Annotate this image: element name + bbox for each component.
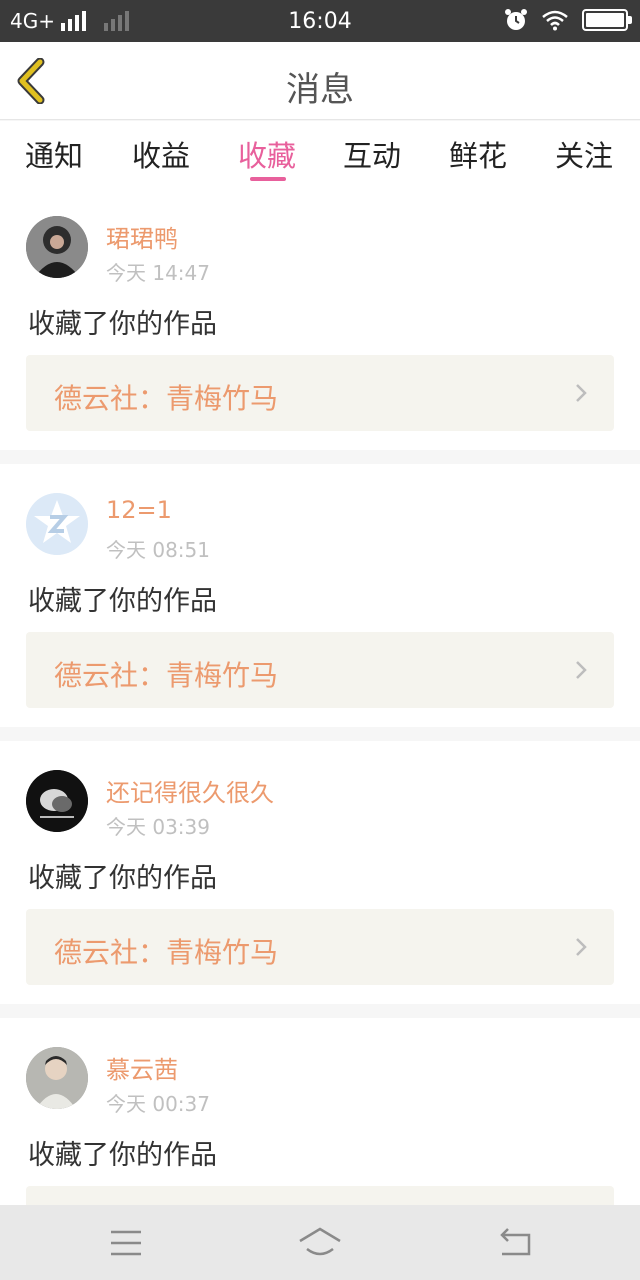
username[interactable]: 12=1 <box>106 496 172 524</box>
work-title: 德云社：青梅竹马 <box>54 936 279 969</box>
list-item: 还记得很久很久 今天 03:39 收藏了你的作品 德云社：青梅竹马 <box>0 741 640 1004</box>
action-text: 收藏了你的作品 <box>28 309 217 340</box>
alarm-icon <box>505 9 527 30</box>
timestamp: 今天 03:39 <box>106 815 210 839</box>
back-icon <box>500 1228 531 1256</box>
username[interactable]: 慕云茜 <box>106 1050 178 1085</box>
action-text: 收藏了你的作品 <box>28 586 217 617</box>
work-link[interactable]: 德云社：青梅竹马 <box>26 355 614 431</box>
home-button[interactable] <box>298 1223 342 1263</box>
avatar[interactable] <box>26 493 88 555</box>
tab-flowers[interactable]: 鲜花 <box>425 133 531 175</box>
work-link[interactable]: 德云社：青梅竹马 <box>26 909 614 985</box>
list-item: 珺珺鸭 今天 14:47 收藏了你的作品 德云社：青梅竹马 <box>0 187 640 450</box>
home-icon <box>299 1227 341 1256</box>
work-link[interactable]: 德云社：青梅竹马 <box>26 632 614 708</box>
work-title: 德云社：青梅竹马 <box>54 382 279 415</box>
action-text: 收藏了你的作品 <box>28 1140 217 1171</box>
menu-button[interactable] <box>104 1223 148 1263</box>
tab-favorites[interactable]: 收藏 <box>214 133 320 175</box>
tab-interactions[interactable]: 互动 <box>319 133 425 175</box>
tab-following[interactable]: 关注 <box>531 133 637 175</box>
status-bar: 4G+ 16:04 <box>0 0 640 42</box>
avatar[interactable] <box>26 216 88 278</box>
chevron-right-icon <box>576 661 587 679</box>
timestamp: 今天 00:37 <box>106 1092 210 1116</box>
menu-icon <box>111 1230 141 1256</box>
action-text: 收藏了你的作品 <box>28 863 217 894</box>
battery-icon <box>582 9 632 31</box>
username[interactable]: 珺珺鸭 <box>106 219 178 254</box>
list-item: 慕云茜 今天 00:37 收藏了你的作品 <box>0 1018 640 1205</box>
active-tab-indicator <box>250 177 286 181</box>
avatar[interactable] <box>26 1047 88 1109</box>
timestamp: 今天 14:47 <box>106 261 210 285</box>
page-title: 消息 <box>286 70 354 110</box>
tab-earnings[interactable]: 收益 <box>108 133 214 175</box>
status-right <box>504 8 632 32</box>
timestamp: 今天 08:51 <box>106 538 210 562</box>
chevron-right-icon <box>576 938 587 956</box>
system-nav-bar <box>0 1205 640 1280</box>
back-nav-button[interactable] <box>494 1223 538 1263</box>
list-item: 12=1 今天 08:51 收藏了你的作品 德云社：青梅竹马 <box>0 464 640 727</box>
wifi-icon <box>542 10 568 31</box>
message-list: 珺珺鸭 今天 14:47 收藏了你的作品 德云社：青梅竹马 12=1 今天 08… <box>0 187 640 1205</box>
header: 消息 <box>0 42 640 120</box>
work-link[interactable] <box>26 1186 614 1205</box>
chevron-right-icon <box>576 384 587 402</box>
avatar[interactable] <box>26 770 88 832</box>
tab-notifications[interactable]: 通知 <box>1 133 107 175</box>
username[interactable]: 还记得很久很久 <box>106 773 274 808</box>
work-title: 德云社：青梅竹马 <box>54 659 279 692</box>
tab-bar: 通知 收益 收藏 互动 鲜花 关注 <box>0 121 640 187</box>
